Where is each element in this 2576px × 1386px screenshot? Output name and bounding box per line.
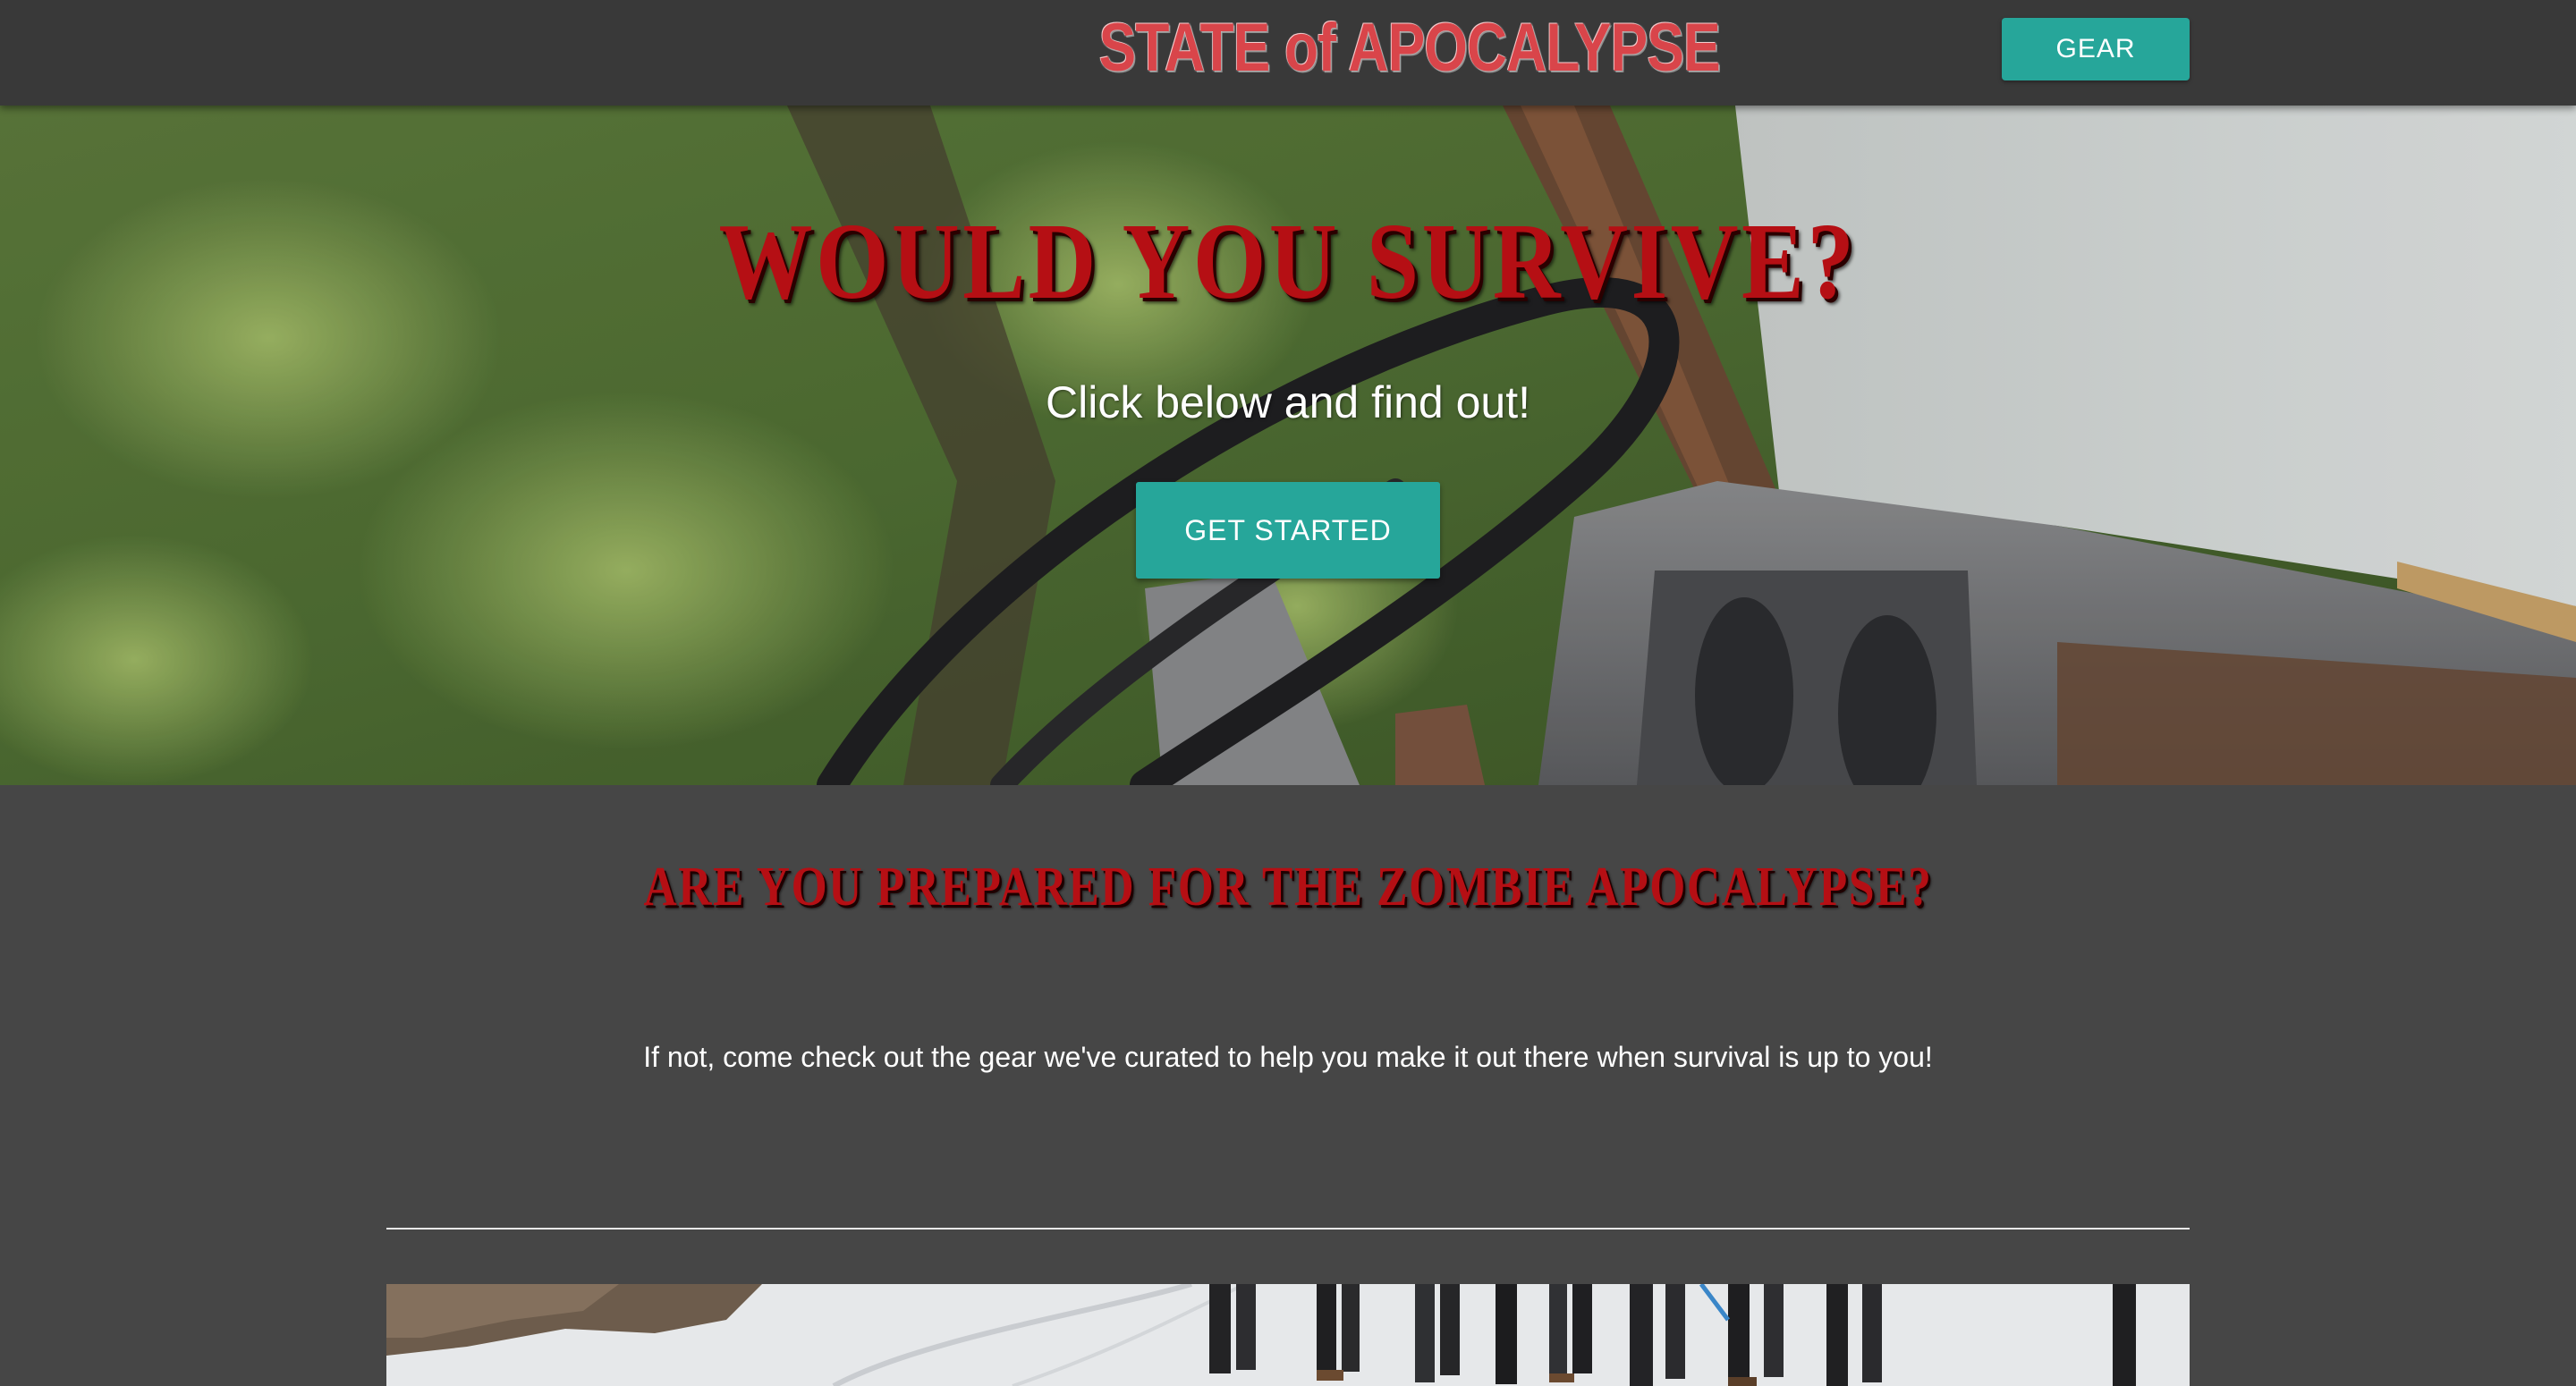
section-heading: ARE YOU PREPARED FOR THE ZOMBIE APOCALYP… <box>643 857 1933 917</box>
hero-title: WOULD YOU SURVIVE? <box>718 201 1858 322</box>
section-divider <box>386 1228 2190 1230</box>
hero-section: WOULD YOU SURVIVE? Click below and find … <box>0 106 2576 785</box>
hero-subtitle: Click below and find out! <box>1046 377 1530 427</box>
brand-logo[interactable]: STATE of APOCALYPSE <box>1099 7 1721 89</box>
group-walking-image <box>386 1284 2190 1386</box>
top-navbar: STATE of APOCALYPSE GEAR <box>0 0 2576 106</box>
gear-button[interactable]: GEAR <box>2002 18 2190 80</box>
get-started-button[interactable]: GET STARTED <box>1136 482 1440 579</box>
section-body-text: If not, come check out the gear we've cu… <box>643 1041 1933 1073</box>
